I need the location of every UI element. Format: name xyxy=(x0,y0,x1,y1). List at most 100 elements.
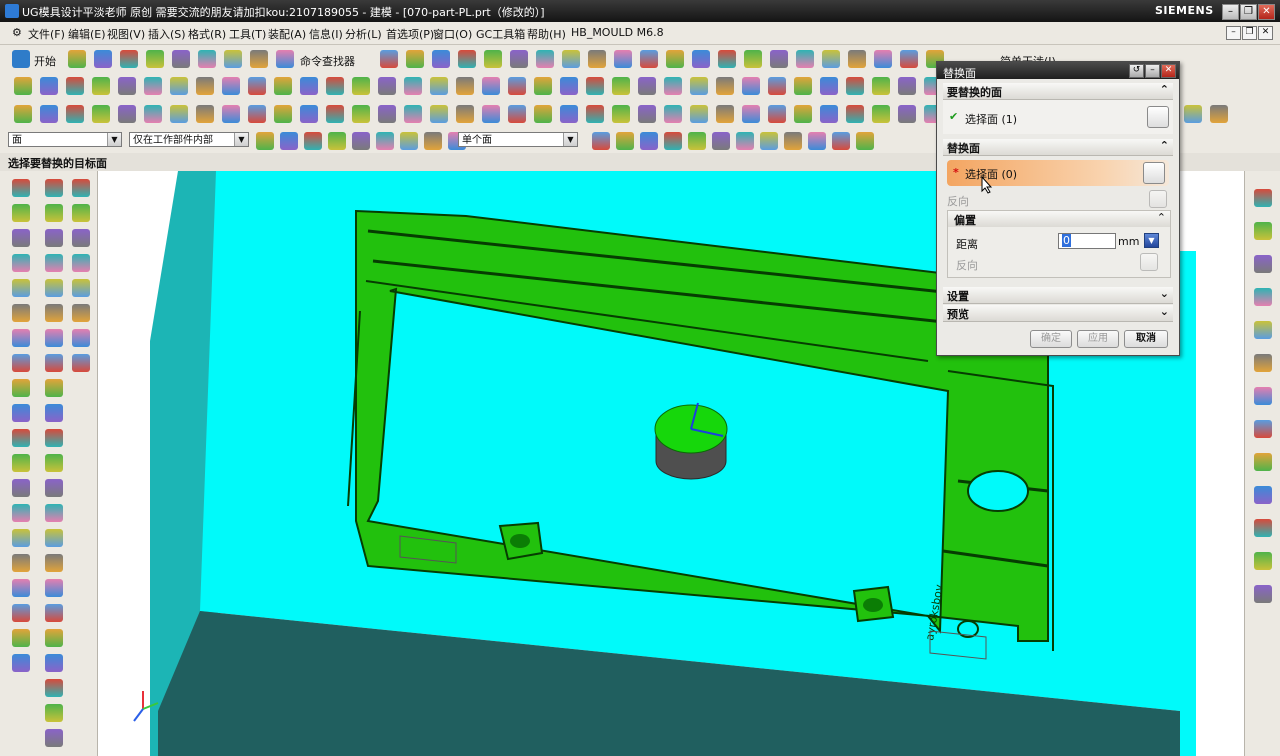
tool-button-icon[interactable] xyxy=(640,132,658,150)
tool-button-icon[interactable] xyxy=(692,50,710,68)
tool-button-icon[interactable] xyxy=(688,132,706,150)
tool-button-icon[interactable] xyxy=(12,254,30,272)
tool-button-icon[interactable] xyxy=(872,105,890,123)
tool-button-icon[interactable] xyxy=(224,50,242,68)
tool-button-icon[interactable] xyxy=(92,105,110,123)
tool-button-icon[interactable] xyxy=(736,132,754,150)
tool-button-icon[interactable] xyxy=(612,105,630,123)
tool-button-icon[interactable] xyxy=(666,50,684,68)
tool-button-icon[interactable] xyxy=(172,50,190,68)
reverse-direction-icon[interactable] xyxy=(1140,253,1158,271)
tool-button-icon[interactable] xyxy=(12,429,30,447)
tool-button-icon[interactable] xyxy=(328,132,346,150)
tool-button-icon[interactable] xyxy=(1254,486,1272,504)
tool-button-icon[interactable] xyxy=(45,304,63,322)
menu-view[interactable]: 视图(V) xyxy=(107,26,145,42)
tool-button-icon[interactable] xyxy=(404,77,422,95)
tool-button-icon[interactable] xyxy=(482,105,500,123)
tool-button-icon[interactable] xyxy=(12,179,30,197)
distance-field[interactable]: 0 xyxy=(1058,233,1116,249)
tool-button-icon[interactable] xyxy=(456,105,474,123)
tool-button-icon[interactable] xyxy=(1254,255,1272,273)
tool-button-icon[interactable] xyxy=(808,132,826,150)
tool-button-icon[interactable] xyxy=(12,654,30,672)
tool-button-icon[interactable] xyxy=(640,50,658,68)
tool-button-icon[interactable] xyxy=(664,77,682,95)
tool-button-icon[interactable] xyxy=(45,254,63,272)
tool-button-icon[interactable] xyxy=(12,204,30,222)
tool-button-icon[interactable] xyxy=(45,504,63,522)
tool-button-icon[interactable] xyxy=(352,132,370,150)
tool-button-icon[interactable] xyxy=(12,354,30,372)
tool-button-icon[interactable] xyxy=(66,77,84,95)
tool-button-icon[interactable] xyxy=(616,132,634,150)
tool-button-icon[interactable] xyxy=(40,105,58,123)
tool-button-icon[interactable] xyxy=(1254,321,1272,339)
tool-button-icon[interactable] xyxy=(144,77,162,95)
tool-button-icon[interactable] xyxy=(380,50,398,68)
tool-button-icon[interactable] xyxy=(118,77,136,95)
collapse-icon[interactable]: – xyxy=(1145,64,1160,78)
target-select-row[interactable]: ✔ 选择面 (1) xyxy=(943,100,1173,134)
tool-button-icon[interactable] xyxy=(560,105,578,123)
tool-button-icon[interactable] xyxy=(68,50,86,68)
tool-button-icon[interactable] xyxy=(1254,387,1272,405)
tool-button-icon[interactable] xyxy=(718,50,736,68)
tool-button-icon[interactable] xyxy=(898,105,916,123)
tool-button-icon[interactable] xyxy=(45,529,63,547)
tool-button-icon[interactable] xyxy=(768,77,786,95)
start-icon[interactable] xyxy=(12,50,30,68)
tool-button-icon[interactable] xyxy=(12,579,30,597)
tool-button-icon[interactable] xyxy=(612,77,630,95)
tool-button-icon[interactable] xyxy=(820,105,838,123)
tool-button-icon[interactable] xyxy=(1254,453,1272,471)
tool-button-icon[interactable] xyxy=(638,105,656,123)
tool-button-icon[interactable] xyxy=(45,379,63,397)
tool-button-icon[interactable] xyxy=(12,404,30,422)
reset-icon[interactable]: ↺ xyxy=(1129,64,1144,78)
tool-button-icon[interactable] xyxy=(12,554,30,572)
tool-button-icon[interactable] xyxy=(536,50,554,68)
tool-button-icon[interactable] xyxy=(400,132,418,150)
tool-button-icon[interactable] xyxy=(742,105,760,123)
tool-button-icon[interactable] xyxy=(14,105,32,123)
tool-button-icon[interactable] xyxy=(592,132,610,150)
tool-button-icon[interactable] xyxy=(874,50,892,68)
tool-button-icon[interactable] xyxy=(45,279,63,297)
tool-button-icon[interactable] xyxy=(508,105,526,123)
tool-button-icon[interactable] xyxy=(638,77,656,95)
tool-button-icon[interactable] xyxy=(72,279,90,297)
tool-button-icon[interactable] xyxy=(12,629,30,647)
tool-button-icon[interactable] xyxy=(45,354,63,372)
apply-button[interactable]: 应用 xyxy=(1077,330,1119,348)
menu-tools[interactable]: 工具(T) xyxy=(229,26,266,42)
unit-dropdown-icon[interactable]: ▼ xyxy=(1144,233,1159,248)
tool-button-icon[interactable] xyxy=(274,105,292,123)
menu-information[interactable]: 信息(I) xyxy=(309,26,343,42)
tool-button-icon[interactable] xyxy=(250,50,268,68)
tool-button-icon[interactable] xyxy=(66,105,84,123)
tool-button-icon[interactable] xyxy=(300,77,318,95)
tool-button-icon[interactable] xyxy=(534,105,552,123)
tool-button-icon[interactable] xyxy=(72,354,90,372)
boss-pad-left[interactable] xyxy=(498,521,544,561)
section-preview[interactable]: 预览 ⌄ xyxy=(943,305,1173,322)
tool-button-icon[interactable] xyxy=(72,204,90,222)
tool-button-icon[interactable] xyxy=(404,105,422,123)
menu-edit[interactable]: 编辑(E) xyxy=(68,26,106,42)
tool-button-icon[interactable] xyxy=(562,50,580,68)
tool-button-icon[interactable] xyxy=(378,105,396,123)
command-finder-button[interactable]: 命令查找器 xyxy=(300,53,355,69)
tool-button-icon[interactable] xyxy=(248,77,266,95)
tool-button-icon[interactable] xyxy=(170,77,188,95)
tool-button-icon[interactable] xyxy=(40,77,58,95)
tool-button-icon[interactable] xyxy=(45,579,63,597)
face-select-icon[interactable] xyxy=(1147,106,1169,128)
tool-button-icon[interactable] xyxy=(45,629,63,647)
tool-button-icon[interactable] xyxy=(1254,552,1272,570)
tool-button-icon[interactable] xyxy=(712,132,730,150)
tool-button-icon[interactable] xyxy=(45,404,63,422)
tool-button-icon[interactable] xyxy=(796,50,814,68)
dialog-close-icon[interactable]: ✕ xyxy=(1161,64,1176,78)
tool-button-icon[interactable] xyxy=(12,504,30,522)
